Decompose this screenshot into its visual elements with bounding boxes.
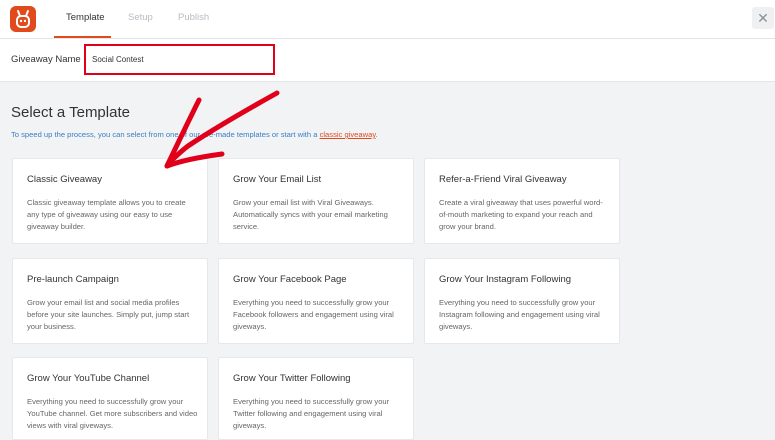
tab-setup[interactable]: Setup	[128, 12, 153, 23]
card-description: Grow your email list and social media pr…	[27, 298, 190, 332]
template-card-grow-twitter[interactable]: Grow Your Twitter Following Everything y…	[218, 357, 414, 440]
card-title: Grow Your Twitter Following	[233, 373, 351, 384]
card-title: Pre-launch Campaign	[27, 274, 119, 285]
section-description-end: .	[375, 130, 378, 139]
rafflepress-logo-icon	[10, 6, 36, 32]
card-description: Classic giveaway template allows you to …	[27, 198, 186, 232]
card-description: Create a viral giveaway that uses powerf…	[439, 198, 603, 232]
template-card-refer-a-friend[interactable]: Refer-a-Friend Viral Giveaway Create a v…	[424, 158, 620, 244]
card-description: Grow your email list with Viral Giveaway…	[233, 198, 388, 232]
card-title: Refer-a-Friend Viral Giveaway	[439, 174, 567, 185]
template-card-pre-launch[interactable]: Pre-launch Campaign Grow your email list…	[12, 258, 208, 344]
template-card-grow-email-list[interactable]: Grow Your Email List Grow your email lis…	[218, 158, 414, 244]
template-card-grow-youtube[interactable]: Grow Your YouTube Channel Everything you…	[12, 357, 208, 440]
template-card-grow-instagram[interactable]: Grow Your Instagram Following Everything…	[424, 258, 620, 344]
giveaway-name-input[interactable]	[84, 44, 275, 75]
card-title: Classic Giveaway	[27, 174, 102, 185]
giveaway-name-bar: Giveaway Name	[0, 39, 775, 82]
card-title: Grow Your Instagram Following	[439, 274, 572, 285]
card-description: Everything you need to successfully grow…	[233, 298, 394, 332]
card-title: Grow Your YouTube Channel	[27, 373, 150, 384]
active-tab-indicator	[54, 36, 111, 38]
card-description: Everything you need to successfully grow…	[27, 397, 198, 431]
section-title: Select a Template	[11, 104, 130, 121]
card-title: Grow Your Facebook Page	[233, 274, 347, 285]
close-icon: ✕	[757, 10, 769, 26]
template-card-grow-facebook[interactable]: Grow Your Facebook Page Everything you n…	[218, 258, 414, 344]
top-bar: Template Setup Publish ✕	[0, 0, 775, 39]
classic-giveaway-link[interactable]: classic giveaway	[320, 130, 376, 139]
template-card-classic-giveaway[interactable]: Classic Giveaway Classic giveaway templa…	[12, 158, 208, 244]
tab-template[interactable]: Template	[66, 12, 105, 23]
section-description: To speed up the process, you can select …	[11, 130, 378, 139]
close-button[interactable]: ✕	[752, 7, 774, 29]
tab-publish[interactable]: Publish	[178, 12, 209, 23]
card-description: Everything you need to successfully grow…	[233, 397, 390, 431]
card-title: Grow Your Email List	[233, 174, 322, 185]
card-description: Everything you need to successfully grow…	[439, 298, 600, 332]
giveaway-name-label: Giveaway Name	[11, 54, 81, 65]
section-description-text: To speed up the process, you can select …	[11, 130, 320, 139]
